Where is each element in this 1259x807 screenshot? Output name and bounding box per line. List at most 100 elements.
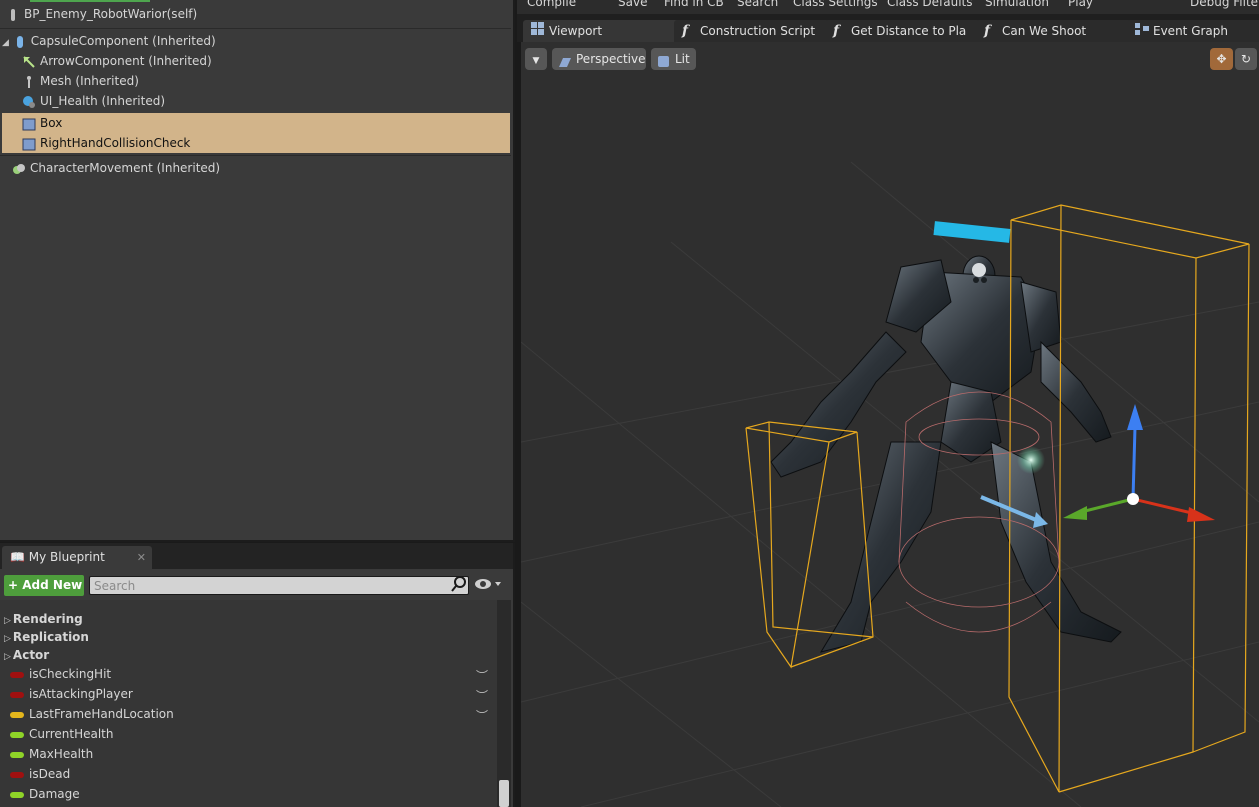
class-settings-button[interactable]: Class Settings [793, 0, 878, 9]
visibility-eye-icon[interactable]: ︶ [476, 707, 488, 724]
actor-icon [6, 8, 20, 22]
simulation-button[interactable]: Simulation [985, 0, 1049, 9]
toolbar: Compile Save Find in CB Search Class Set… [517, 0, 1259, 14]
component-label: Mesh (Inherited) [40, 74, 139, 88]
scrollbar-track[interactable] [497, 600, 511, 807]
search-button[interactable]: Search [737, 0, 778, 9]
my-blueprint-panel: 📖 My Blueprint ✕ + Add New ▼ Search Rend… [0, 543, 515, 807]
add-new-button[interactable]: + Add New ▼ [4, 575, 84, 613]
float-type-icon [10, 791, 24, 798]
component-item-arrow[interactable]: ArrowComponent (Inherited) [22, 51, 212, 71]
search-input[interactable]: Search [89, 576, 469, 595]
divider [0, 155, 511, 156]
function-icon: f [984, 23, 991, 39]
widget-component-icon [22, 95, 36, 109]
bool-type-icon [10, 671, 24, 678]
variable-item[interactable]: Damage [10, 784, 80, 804]
visibility-eye-icon[interactable]: ︶ [476, 667, 488, 684]
view-mode-button[interactable]: Lit [651, 48, 696, 70]
move-arrows-icon: ✥ [1216, 52, 1227, 66]
variable-item[interactable]: LastFrameHandLocation [10, 704, 174, 724]
compile-button[interactable]: Compile [527, 0, 576, 9]
tab-label: Construction Script [700, 24, 816, 38]
rotate-mode-button[interactable]: ↻ [1235, 48, 1257, 70]
tab-get-distance[interactable]: f Get Distance to Pla ✕ [825, 20, 998, 42]
tab-event-graph[interactable]: Event Graph [1127, 20, 1259, 42]
divider [0, 28, 511, 29]
save-button[interactable]: Save [618, 0, 647, 9]
component-label: UI_Health (Inherited) [40, 94, 166, 108]
translate-mode-button[interactable]: ✥ [1210, 48, 1233, 70]
tab-label: Event Graph [1153, 24, 1228, 38]
component-root[interactable]: BP_Enemy_RobotWarior(self) [6, 4, 197, 24]
bool-type-icon [10, 691, 24, 698]
class-defaults-button[interactable]: Class Defaults [887, 0, 972, 9]
component-label: ArrowComponent (Inherited) [40, 54, 212, 68]
viewport-3d[interactable]: ▼ Perspective Lit ✥ ↻ [521, 42, 1259, 807]
vector-type-icon [10, 711, 24, 718]
rotate-icon: ↻ [1240, 52, 1252, 66]
movement-component-icon [12, 162, 26, 176]
arrow-component-icon [22, 55, 36, 69]
components-panel: BP_Enemy_RobotWarior(self) ◢ CapsuleComp… [0, 0, 515, 542]
tab-label: Can We Shoot [1002, 24, 1087, 38]
book-icon: 📖 [10, 550, 25, 564]
skeletal-mesh-icon [22, 75, 36, 89]
bool-type-icon [10, 771, 24, 778]
perspective-cube-icon [558, 53, 572, 75]
chevron-down-icon: ▼ [532, 56, 540, 66]
close-icon[interactable]: ✕ [137, 546, 146, 569]
play-button[interactable]: Play [1068, 0, 1093, 9]
function-icon: f [833, 23, 840, 39]
component-item-box[interactable]: Box [2, 113, 510, 133]
component-label: RightHandCollisionCheck [40, 136, 191, 150]
viewport-scene [521, 161, 1259, 807]
scrollbar-thumb[interactable] [499, 780, 509, 807]
tab-label: My Blueprint [28, 550, 105, 564]
function-icon: f [682, 23, 689, 39]
compile-progress-strip [30, 0, 150, 2]
box-collision-icon [22, 117, 36, 131]
tab-construction-script[interactable]: f Construction Script ✕ [674, 20, 847, 42]
my-blueprint-tabbar: 📖 My Blueprint ✕ [0, 543, 513, 569]
variable-item[interactable]: MaxHealth [10, 744, 93, 764]
variable-item[interactable]: CurrentHealth [10, 724, 113, 744]
component-item-movement[interactable]: CharacterMovement (Inherited) [12, 158, 220, 178]
tab-my-blueprint[interactable]: 📖 My Blueprint ✕ [2, 546, 152, 569]
component-item-righthand[interactable]: RightHandCollisionCheck [2, 133, 510, 153]
perspective-label: Perspective [576, 52, 646, 66]
tab-viewport[interactable]: Viewport ✕ [523, 20, 697, 42]
tab-label: Viewport [549, 24, 603, 38]
search-icon[interactable] [451, 576, 467, 595]
component-label: CharacterMovement (Inherited) [30, 161, 221, 175]
component-label: Box [40, 116, 63, 130]
float-type-icon [10, 751, 24, 758]
component-item-ui-health[interactable]: UI_Health (Inherited) [22, 91, 165, 111]
variable-item[interactable]: isAttackingPlayer [10, 684, 133, 704]
component-root-label: BP_Enemy_RobotWarior(self) [24, 7, 198, 21]
category-rendering[interactable]: Rendering [4, 610, 83, 628]
add-new-label: Add New [22, 578, 83, 592]
plus-icon: + [8, 578, 19, 592]
search-placeholder: Search [94, 579, 136, 593]
eye-icon[interactable] [474, 577, 502, 594]
variable-item[interactable]: isDead [10, 764, 70, 784]
component-item-mesh[interactable]: Mesh (Inherited) [22, 71, 139, 91]
component-item-capsule[interactable]: ◢ CapsuleComponent (Inherited) [2, 31, 216, 51]
expand-arrow-icon[interactable]: ◢ [2, 38, 9, 48]
find-in-cb-button[interactable]: Find in CB [664, 0, 724, 9]
visibility-eye-icon[interactable]: ︶ [476, 687, 488, 704]
category-actor[interactable]: Actor [4, 646, 49, 664]
capsule-icon [13, 35, 27, 49]
editor-tabbar: Viewport ✕ f Construction Script ✕ f Get… [517, 14, 1259, 42]
health-bar-widget [933, 221, 1011, 243]
lit-cube-icon [657, 53, 670, 75]
debug-filter-label[interactable]: Debug Filter [1190, 0, 1259, 9]
perspective-button[interactable]: Perspective [552, 48, 646, 70]
component-label: CapsuleComponent (Inherited) [30, 34, 216, 48]
viewport-options-button[interactable]: ▼ [525, 48, 547, 70]
variable-item[interactable]: isCheckingHit [10, 664, 111, 684]
category-replication[interactable]: Replication [4, 628, 89, 646]
tab-can-we-shoot[interactable]: f Can We Shoot ✕ [976, 20, 1149, 42]
lit-label: Lit [675, 52, 690, 66]
